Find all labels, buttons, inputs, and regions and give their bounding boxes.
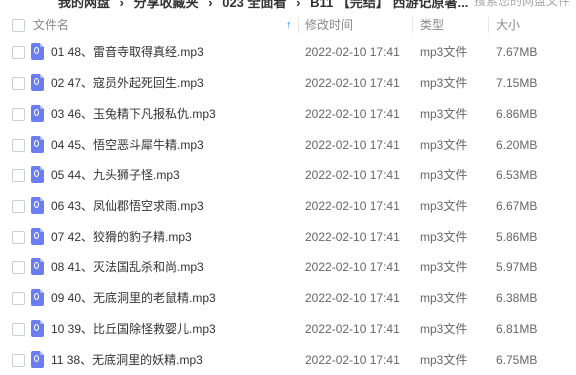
file-size: 6.81MB <box>496 322 538 336</box>
file-row[interactable]: 04 45、悟空恶斗犀牛精.mp3 2022-02-10 17:41 mp3文件 6.… <box>0 130 576 160</box>
audio-file-icon <box>31 105 44 122</box>
file-type: mp3文件 <box>420 291 468 305</box>
row-checkbox[interactable] <box>12 261 25 274</box>
file-row[interactable]: 09 40、无底洞里的老鼠精.mp3 2022-02-10 17:41 mp3文件 6… <box>0 283 576 313</box>
file-row[interactable]: 11 38、无底洞里的妖精.mp3 2022-02-10 17:41 mp3文件 6.… <box>0 345 576 375</box>
column-divider[interactable] <box>412 17 413 33</box>
file-type: mp3文件 <box>420 353 468 367</box>
audio-file-icon <box>31 289 44 306</box>
file-size: 5.86MB <box>496 230 538 244</box>
file-type: mp3文件 <box>420 76 468 90</box>
breadcrumb-item[interactable]: B11 【完结】 西游记原著... <box>310 0 468 9</box>
file-size: 6.67MB <box>496 199 538 213</box>
file-type: mp3文件 <box>420 168 468 182</box>
audio-file-icon <box>31 197 44 214</box>
file-size: 7.67MB <box>496 45 538 59</box>
file-name[interactable]: 10 39、比丘国除怪救婴儿.mp3 <box>51 314 216 344</box>
file-name[interactable]: 09 40、无底洞里的老鼠精.mp3 <box>51 283 216 313</box>
breadcrumb-item[interactable]: 分享收藏夹 <box>134 0 199 9</box>
file-modified-time: 2022-02-10 17:41 <box>305 322 400 336</box>
file-modified-time: 2022-02-10 17:41 <box>305 230 400 244</box>
breadcrumb-separator: › <box>296 0 301 9</box>
file-modified-time: 2022-02-10 17:41 <box>305 199 400 213</box>
file-type: mp3文件 <box>420 230 468 244</box>
breadcrumb: 我的网盘 › 分享收藏夹 › 023 全面看 › B11 【完结】 西游记原著.… <box>58 0 474 9</box>
top-bar: 我的网盘 › 分享收藏夹 › 023 全面看 › B11 【完结】 西游记原著.… <box>0 0 576 9</box>
breadcrumb-item[interactable]: 023 全面看 <box>222 0 286 9</box>
row-checkbox[interactable] <box>12 77 25 90</box>
file-size: 6.20MB <box>496 138 538 152</box>
search-input[interactable]: 搜索您的网盘文件 <box>474 0 570 9</box>
file-modified-time: 2022-02-10 17:41 <box>305 107 400 121</box>
file-name[interactable]: 07 42、狡猾的豹子精.mp3 <box>51 222 192 252</box>
audio-file-icon <box>31 258 44 275</box>
audio-file-icon <box>31 351 44 368</box>
row-checkbox[interactable] <box>12 292 25 305</box>
file-modified-time: 2022-02-10 17:41 <box>305 260 400 274</box>
column-header-type[interactable]: 类型 <box>420 12 444 38</box>
file-name[interactable]: 08 41、灭法国乱杀和尚.mp3 <box>51 252 204 282</box>
file-row[interactable]: 02 47、寇员外起死回生.mp3 2022-02-10 17:41 mp3文件 7.… <box>0 68 576 98</box>
file-row[interactable]: 05 44、九头狮子怪.mp3 2022-02-10 17:41 mp3文件 6.53… <box>0 160 576 190</box>
column-header-size[interactable]: 大小 <box>496 12 520 38</box>
file-name[interactable]: 06 43、凤仙郡悟空求雨.mp3 <box>51 191 204 221</box>
file-row[interactable]: 03 46、玉兔精下凡报私仇.mp3 2022-02-10 17:41 mp3文件 6… <box>0 99 576 129</box>
row-checkbox[interactable] <box>12 200 25 213</box>
audio-file-icon <box>31 136 44 153</box>
file-name[interactable]: 01 48、雷音寺取得真经.mp3 <box>51 37 204 67</box>
file-name[interactable]: 05 44、九头狮子怪.mp3 <box>51 160 180 190</box>
audio-file-icon <box>31 74 44 91</box>
breadcrumb-separator: › <box>208 0 213 9</box>
row-checkbox[interactable] <box>12 139 25 152</box>
audio-file-icon <box>31 320 44 337</box>
file-list-header: 文件名 ↑ 修改时间 类型 大小 <box>0 12 576 38</box>
breadcrumb-item[interactable]: 我的网盘 <box>58 0 110 9</box>
file-type: mp3文件 <box>420 260 468 274</box>
select-all-checkbox[interactable] <box>12 19 25 32</box>
row-checkbox[interactable] <box>12 46 25 59</box>
file-row[interactable]: 08 41、灭法国乱杀和尚.mp3 2022-02-10 17:41 mp3文件 5.… <box>0 252 576 282</box>
file-size: 6.86MB <box>496 107 538 121</box>
row-checkbox[interactable] <box>12 231 25 244</box>
audio-file-icon <box>31 43 44 60</box>
file-modified-time: 2022-02-10 17:41 <box>305 138 400 152</box>
audio-file-icon <box>31 166 44 183</box>
breadcrumb-separator: › <box>119 0 124 9</box>
file-size: 6.38MB <box>496 291 538 305</box>
file-type: mp3文件 <box>420 322 468 336</box>
file-name[interactable]: 11 38、无底洞里的妖精.mp3 <box>51 345 203 375</box>
file-modified-time: 2022-02-10 17:41 <box>305 291 400 305</box>
file-row[interactable]: 07 42、狡猾的豹子精.mp3 2022-02-10 17:41 mp3文件 5.8… <box>0 222 576 252</box>
column-header-modified[interactable]: 修改时间 <box>305 12 353 38</box>
column-divider[interactable] <box>488 17 489 33</box>
column-divider[interactable] <box>298 17 299 33</box>
file-name[interactable]: 03 46、玉兔精下凡报私仇.mp3 <box>51 99 216 129</box>
row-checkbox[interactable] <box>12 108 25 121</box>
column-header-name[interactable]: 文件名 <box>33 12 69 38</box>
file-size: 6.75MB <box>496 353 538 367</box>
file-size: 6.53MB <box>496 168 538 182</box>
file-name[interactable]: 04 45、悟空恶斗犀牛精.mp3 <box>51 130 204 160</box>
file-size: 5.97MB <box>496 260 538 274</box>
file-type: mp3文件 <box>420 138 468 152</box>
file-modified-time: 2022-02-10 17:41 <box>305 76 400 90</box>
file-row[interactable]: 10 39、比丘国除怪救婴儿.mp3 2022-02-10 17:41 mp3文件 6… <box>0 314 576 344</box>
file-modified-time: 2022-02-10 17:41 <box>305 45 400 59</box>
row-checkbox[interactable] <box>12 323 25 336</box>
audio-file-icon <box>31 228 44 245</box>
row-checkbox[interactable] <box>12 169 25 182</box>
file-name[interactable]: 02 47、寇员外起死回生.mp3 <box>51 68 204 98</box>
file-type: mp3文件 <box>420 199 468 213</box>
file-modified-time: 2022-02-10 17:41 <box>305 168 400 182</box>
file-type: mp3文件 <box>420 107 468 121</box>
file-row[interactable]: 06 43、凤仙郡悟空求雨.mp3 2022-02-10 17:41 mp3文件 6.… <box>0 191 576 221</box>
sort-arrow-up-icon[interactable]: ↑ <box>286 12 292 38</box>
file-modified-time: 2022-02-10 17:41 <box>305 353 400 367</box>
file-type: mp3文件 <box>420 45 468 59</box>
file-row[interactable]: 01 48、雷音寺取得真经.mp3 2022-02-10 17:41 mp3文件 7.… <box>0 37 576 67</box>
file-size: 7.15MB <box>496 76 538 90</box>
